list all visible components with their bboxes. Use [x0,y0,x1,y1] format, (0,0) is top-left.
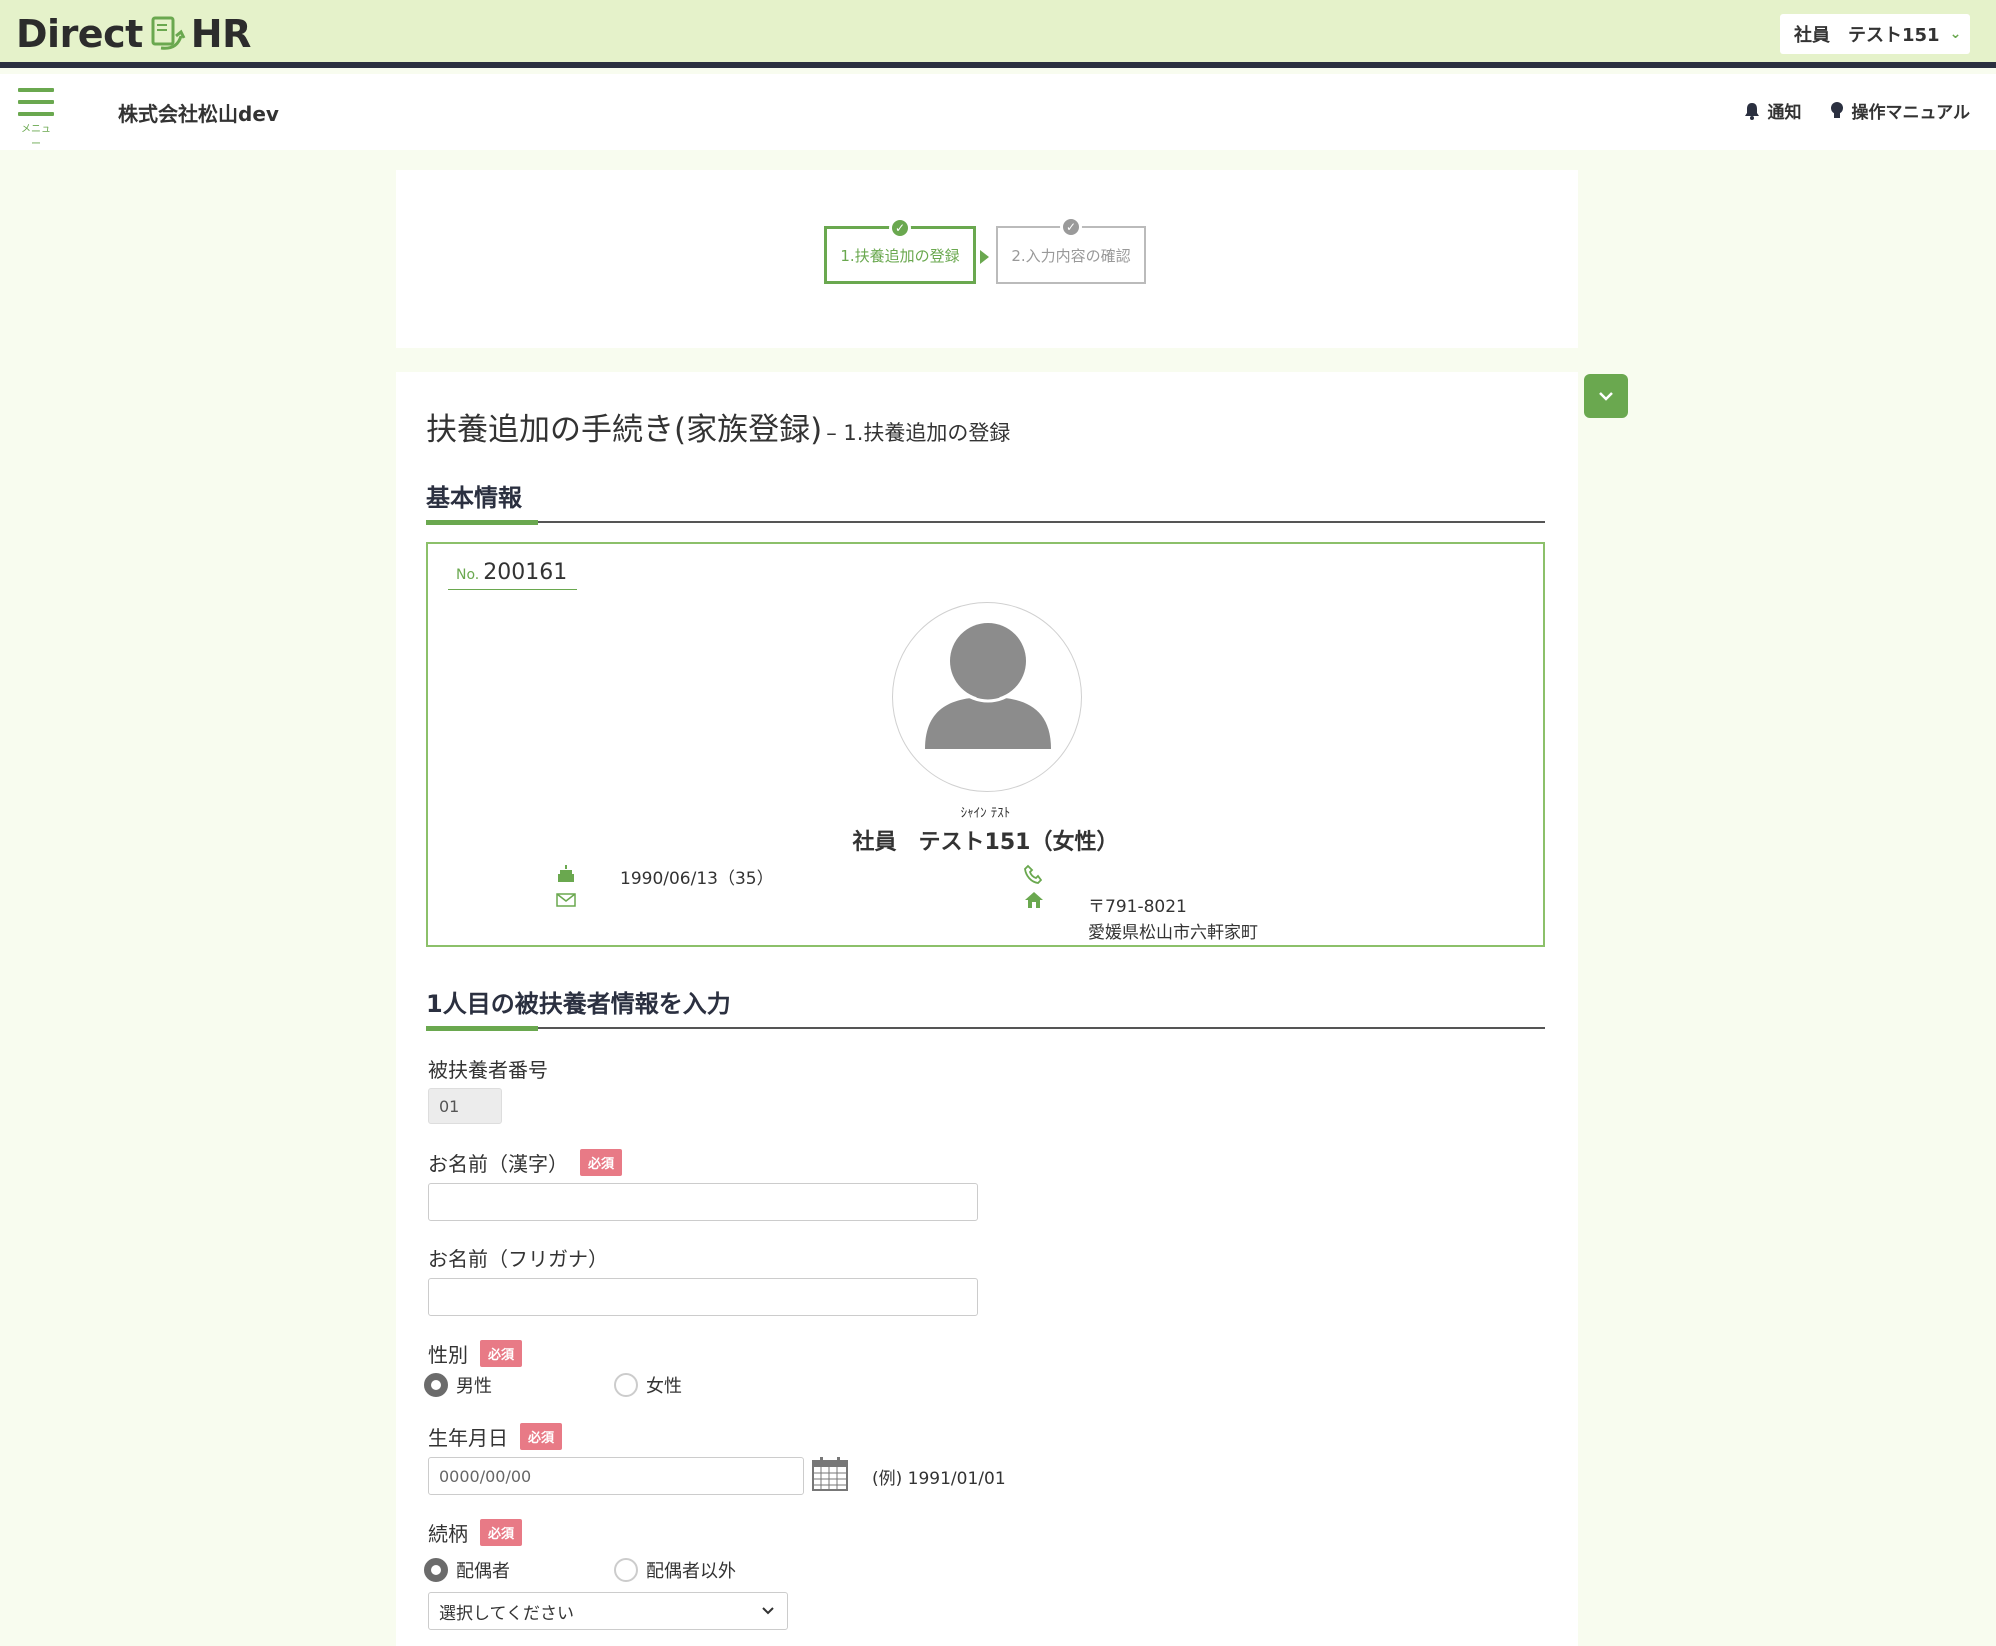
employee-number: No. 200161 [448,560,578,590]
employee-kana: ｼｬｲﾝ ﾃｽﾄ [960,806,1011,821]
required-badge: 必須 [580,1149,623,1176]
relation-select-value: 選択してください [439,1603,574,1624]
gender-radio-group: 男性 女性 [424,1372,682,1398]
section-heading-basic: 基本情報 [426,478,1545,525]
name-kanji-label: お名前（漢字） 必須 [428,1148,623,1177]
chevron-down-icon [762,1607,774,1615]
lightbulb-icon [1830,101,1843,118]
dependent-number-label-text: 被扶養者番号 [428,1058,548,1082]
relation-label: 続柄 必須 [428,1518,523,1547]
page-subtitle: – 1.扶養追加の登録 [826,421,1011,445]
sub-header: メニュー 株式会社松山dev 通知 操作マニュアル [0,74,1996,150]
employee-birthday: 1990/06/13（35） [620,869,774,889]
birthdate-example: (例) 1991/01/01 [872,1469,1006,1489]
menu-label: メニュー [21,124,51,150]
notification-link[interactable]: 通知 [1744,98,1802,123]
relation-radio-spouse[interactable]: 配偶者 [424,1557,614,1583]
chevron-down-icon [1599,392,1613,401]
manual-link[interactable]: 操作マニュアル [1830,98,1971,123]
section-heading-dependent-label: 1人目の被扶養者情報を入力 [426,990,731,1018]
required-badge: 必須 [520,1423,563,1450]
manual-label: 操作マニュアル [1851,103,1971,123]
mail-icon [556,892,576,913]
relation-label-text: 続柄 [428,1522,468,1546]
radio-selected-icon[interactable] [424,1558,448,1582]
section-heading-basic-label: 基本情報 [426,484,522,512]
logo-document-icon [151,16,186,50]
gender-male-label: 男性 [456,1376,492,1397]
required-badge: 必須 [480,1340,523,1367]
user-menu-button[interactable]: 社員 テスト151 ⌄ [1780,14,1970,54]
step-1-label: 1.扶養追加の登録 [840,246,960,265]
relation-radio-group: 配偶者 配偶者以外 [424,1557,736,1583]
step-2: ✓ 2.入力内容の確認 [996,216,1146,284]
employee-name: 社員 テスト151（女性） [852,830,1119,855]
radio-selected-icon[interactable] [424,1373,448,1397]
step-1: ✓ 1.扶養追加の登録 [824,217,976,284]
gender-label-text: 性別 [428,1343,468,1367]
hamburger-icon-bar [18,100,54,104]
gender-female-label: 女性 [646,1376,682,1397]
relation-other-label: 配偶者以外 [646,1561,736,1582]
name-kana-label: お名前（フリガナ） [428,1243,608,1272]
check-icon: ✓ [889,217,911,239]
menu-button[interactable]: メニュー [18,88,54,150]
logo-text-left: Direct [16,12,143,56]
bell-icon [1744,102,1759,120]
gender-label: 性別 必須 [428,1339,523,1368]
steps-panel: ✓ 1.扶養追加の登録 ✓ 2.入力内容の確認 [396,170,1578,348]
notification-label: 通知 [1767,103,1802,123]
employee-postal-code: 〒791-8021 [1088,897,1187,917]
name-kanji-input[interactable] [428,1183,978,1221]
employee-address: 愛媛県松山市六軒家町 [1088,923,1258,943]
page-title: 扶養追加の手続き(家族登録) – 1.扶養追加の登録 [426,404,1010,449]
app-logo[interactable]: Direct HR [16,12,251,56]
relation-spouse-label: 配偶者 [456,1561,510,1582]
birthdate-input[interactable]: 0000/00/00 [428,1457,804,1495]
step-2-label: 2.入力内容の確認 [1011,246,1131,265]
top-header: Direct HR 社員 テスト151 ⌄ [0,0,1996,68]
page-title-main: 扶養追加の手続き(家族登録) [426,412,823,448]
collapse-button[interactable] [1584,374,1628,418]
dependent-number-field: 01 [428,1088,502,1124]
chevron-down-icon: ⌄ [1949,26,1962,42]
step-arrow-icon [980,250,989,264]
company-name: 株式会社松山dev [118,102,279,126]
check-icon: ✓ [1060,216,1082,238]
user-silhouette-icon [925,619,1051,749]
hamburger-icon [18,88,54,92]
employee-card: No. 200161 ｼｬｲﾝ ﾃｽﾄ 社員 テスト151（女性） 1990/06… [426,542,1545,947]
name-kana-input[interactable] [428,1278,978,1316]
phone-icon [1024,864,1043,889]
radio-empty-icon[interactable] [614,1558,638,1582]
employee-number-value: 200161 [483,560,568,585]
section-underline [426,1026,538,1031]
name-kanji-label-text: お名前（漢字） [428,1152,568,1176]
home-icon [1024,890,1044,915]
birthdate-label-text: 生年月日 [428,1426,508,1450]
birthday-cake-icon [556,864,576,889]
employee-number-label: No. [456,567,480,583]
gender-radio-male[interactable]: 男性 [424,1372,614,1398]
relation-radio-other[interactable]: 配偶者以外 [614,1557,736,1583]
section-heading-dependent: 1人目の被扶養者情報を入力 [426,984,1545,1031]
hamburger-icon-bar [18,112,54,116]
header-links: 通知 操作マニュアル [1744,98,1971,123]
dependent-number-label: 被扶養者番号 [428,1054,548,1083]
section-underline [426,520,538,525]
logo-text-right: HR [190,12,252,56]
name-kana-label-text: お名前（フリガナ） [428,1247,608,1271]
user-menu-label: 社員 テスト151 [1794,25,1940,46]
relation-select[interactable]: 選択してください [428,1592,788,1630]
calendar-icon[interactable] [812,1457,848,1495]
required-badge: 必須 [480,1519,523,1546]
gender-radio-female[interactable]: 女性 [614,1372,682,1398]
radio-empty-icon[interactable] [614,1373,638,1397]
avatar [892,602,1082,792]
birthdate-label: 生年月日 必須 [428,1422,563,1451]
